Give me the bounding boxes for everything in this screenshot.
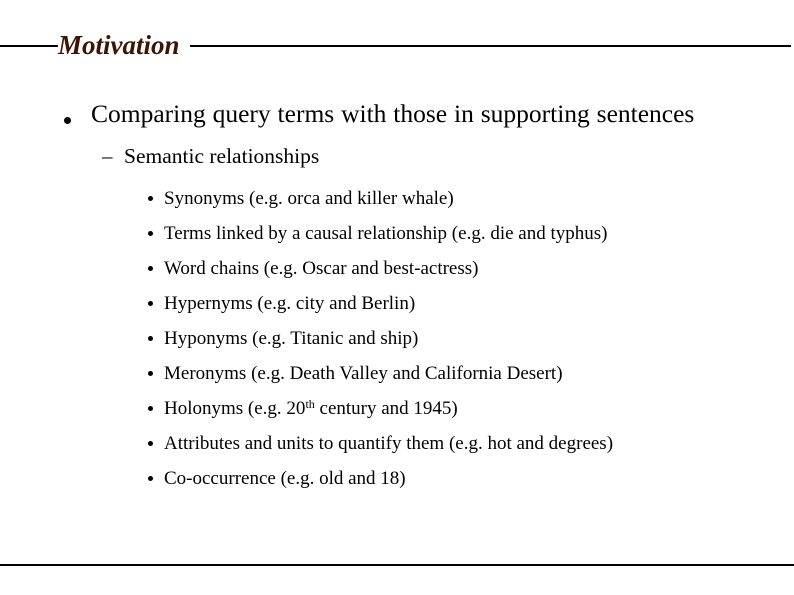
bullet-level2-text: Semantic relationships [124, 144, 320, 168]
bullet-dot-icon [148, 301, 153, 306]
bullet-level2: – Semantic relationships [0, 141, 794, 172]
list-item: Hyponyms (e.g. Titanic and ship) [0, 321, 794, 356]
list-item-text: Holonyms (e.g. 20th century and 1945) [164, 391, 794, 426]
bullet-dot-icon [148, 371, 153, 376]
list-item: Terms linked by a causal relationship (e… [0, 216, 794, 251]
bullet-dot-icon [148, 406, 153, 411]
list-item: Hypernyms (e.g. city and Berlin) [0, 286, 794, 321]
list-item-text: Meronyms (e.g. Death Valley and Californ… [164, 363, 563, 384]
list-item: Holonyms (e.g. 20th century and 1945) [0, 391, 794, 426]
title-rule-left [0, 45, 58, 47]
list-item-text: Hypernyms (e.g. city and Berlin) [164, 293, 416, 314]
bullet-dot-icon [148, 441, 153, 446]
page-title: Motivation [58, 30, 180, 60]
bullet-level1: Comparing query terms with those in supp… [0, 96, 794, 131]
bullet-dash-icon: – [102, 144, 113, 168]
bullet-level1-text: Comparing query terms with those in supp… [91, 99, 695, 128]
list-item: Attributes and units to quantify them (e… [0, 426, 794, 461]
bullet-dot-icon [148, 476, 153, 481]
bullet-dot-icon [148, 196, 153, 201]
list-item: Meronyms (e.g. Death Valley and Californ… [0, 356, 794, 391]
list-item-text: Synonyms (e.g. orca and killer whale) [164, 188, 454, 209]
list-item-text-before: Holonyms (e.g. 20 [164, 398, 306, 419]
ordinal-superscript: th [305, 397, 315, 411]
list-item-text: Co-occurrence (e.g. old and 18) [164, 468, 406, 489]
list-item-text: Terms linked by a causal relationship (e… [164, 223, 608, 244]
list-item: Word chains (e.g. Oscar and best-actress… [0, 251, 794, 286]
bullet-level3-list: Synonyms (e.g. orca and killer whale) Te… [0, 181, 794, 496]
list-item-text: Word chains (e.g. Oscar and best-actress… [164, 258, 479, 279]
list-item-text-after: century and 1945) [314, 398, 458, 419]
list-item: Co-occurrence (e.g. old and 18) [0, 461, 794, 496]
bullet-dot-icon [148, 336, 153, 341]
list-item-text: Attributes and units to quantify them (e… [164, 433, 614, 454]
title-rule-right [190, 45, 791, 47]
slide-body: Comparing query terms with those in supp… [0, 96, 794, 496]
footer-rule [0, 564, 794, 566]
bullet-dot-icon [148, 266, 153, 271]
list-item: Synonyms (e.g. orca and killer whale) [0, 181, 794, 216]
bullet-dot-icon [64, 117, 71, 124]
bullet-dot-icon [148, 231, 153, 236]
list-item-text: Hyponyms (e.g. Titanic and ship) [164, 328, 419, 349]
slide-title-band: Motivation [0, 30, 794, 64]
